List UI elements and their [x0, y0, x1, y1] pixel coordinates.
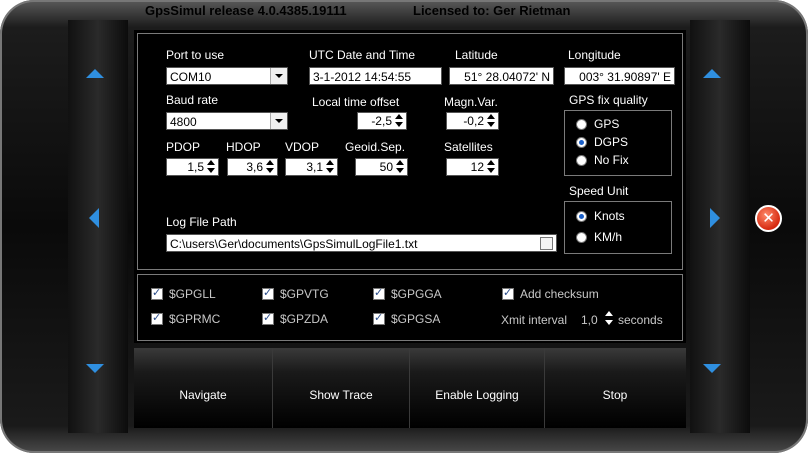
- gpgsa-checkbox[interactable]: [373, 311, 385, 325]
- vdop-value: 3,1: [306, 160, 323, 174]
- satellites-value: 12: [470, 160, 484, 174]
- settings-panel: Port to use COM10 Baud rate 4800 UTC Dat…: [137, 33, 683, 270]
- fix-dgps-label: DGPS: [594, 135, 629, 149]
- chevron-down-icon[interactable]: [270, 68, 287, 84]
- magn-var-value: -0,2: [463, 114, 484, 128]
- chevron-down-icon[interactable]: [270, 113, 287, 129]
- pdop-stepper[interactable]: 1,5: [166, 158, 219, 176]
- xmit-value[interactable]: 1,0: [581, 313, 598, 327]
- fix-nofix-label: No Fix: [594, 153, 629, 167]
- enable-logging-button[interactable]: Enable Logging: [410, 348, 545, 428]
- speed-unit-label: Speed Unit: [567, 184, 631, 198]
- gpgsa-label: $GPGSA: [391, 312, 441, 326]
- baud-select[interactable]: 4800: [166, 112, 288, 130]
- spin-arrows-icon[interactable]: [394, 114, 405, 128]
- local-offset-label: Local time offset: [312, 95, 400, 109]
- pdop-value: 1,5: [187, 160, 204, 174]
- speed-knots-label: Knots: [594, 209, 625, 223]
- fix-gps-label: GPS: [594, 117, 620, 131]
- gprmc-label: $GPRMC: [169, 312, 221, 326]
- hdop-label: HDOP: [226, 140, 261, 154]
- device-frame: GpsSimul release 4.0.4385.19111 Licensed…: [0, 0, 808, 453]
- magn-var-stepper[interactable]: -0,2: [446, 112, 499, 130]
- baud-value: 4800: [170, 115, 197, 129]
- checksum-label: Add checksum: [520, 287, 599, 301]
- gpgga-checkbox[interactable]: [373, 286, 385, 300]
- gpgll-label: $GPGLL: [169, 287, 216, 301]
- port-label: Port to use: [166, 48, 225, 62]
- navigate-button[interactable]: Navigate: [134, 348, 273, 428]
- gpgll-checkbox[interactable]: [151, 286, 163, 300]
- fix-nofix-radio[interactable]: [576, 155, 587, 166]
- gpvtg-label: $GPVTG: [280, 287, 329, 301]
- satellites-stepper[interactable]: 12: [446, 158, 499, 176]
- vdop-label: VDOP: [285, 140, 320, 154]
- vdop-stepper[interactable]: 3,1: [285, 158, 338, 176]
- spin-arrows-icon[interactable]: [486, 114, 497, 128]
- spin-arrows-icon[interactable]: [395, 160, 406, 174]
- button-bar: Navigate Show Trace Enable Logging Stop: [134, 348, 686, 428]
- spin-arrows-icon[interactable]: [265, 160, 276, 174]
- log-path-field[interactable]: C:\users\Ger\documents\GpsSimulLogFile1.…: [166, 234, 557, 252]
- xmit-spin-icon[interactable]: [605, 311, 614, 327]
- hdop-stepper[interactable]: 3,6: [227, 158, 278, 176]
- stop-button[interactable]: Stop: [545, 348, 685, 428]
- fix-dgps-radio[interactable]: [576, 137, 587, 148]
- gpgga-label: $GPGGA: [391, 287, 442, 301]
- show-trace-button[interactable]: Show Trace: [273, 348, 410, 428]
- pdop-label: PDOP: [166, 140, 201, 154]
- close-icon[interactable]: ✕: [755, 205, 782, 232]
- xmit-unit: seconds: [618, 313, 663, 327]
- utc-label: UTC Date and Time: [309, 48, 416, 62]
- fix-gps-radio[interactable]: [576, 119, 587, 130]
- latitude-field[interactable]: 51° 28.04072' N: [449, 67, 554, 85]
- magn-var-label: Magn.Var.: [444, 95, 498, 109]
- port-select[interactable]: COM10: [166, 67, 288, 85]
- right-up-arrow-icon[interactable]: [703, 69, 721, 78]
- geoid-label: Geoid.Sep.: [345, 140, 406, 154]
- longitude-label: Longitude: [568, 48, 621, 62]
- spin-arrows-icon[interactable]: [486, 160, 497, 174]
- app-title: GpsSimul release 4.0.4385.19111: [145, 3, 347, 18]
- local-offset-value: -2,5: [371, 114, 392, 128]
- satellites-label: Satellites: [444, 140, 493, 154]
- port-value: COM10: [170, 70, 212, 84]
- speed-knots-radio[interactable]: [576, 211, 587, 222]
- left-arrow-icon[interactable]: [89, 208, 99, 228]
- speed-kmh-radio[interactable]: [576, 232, 587, 243]
- hdop-value: 3,6: [246, 160, 263, 174]
- gpvtg-checkbox[interactable]: [262, 286, 274, 300]
- local-offset-stepper[interactable]: -2,5: [357, 112, 407, 130]
- log-path-value: C:\users\Ger\documents\GpsSimulLogFile1.…: [170, 237, 418, 251]
- right-down-arrow-icon[interactable]: [703, 364, 721, 373]
- speed-kmh-label: KM/h: [594, 230, 623, 244]
- left-up-arrow-icon[interactable]: [86, 69, 104, 78]
- checksum-checkbox[interactable]: [502, 286, 514, 300]
- gprmc-checkbox[interactable]: [151, 311, 163, 325]
- browse-checkbox[interactable]: [540, 237, 553, 250]
- geoid-value: 50: [379, 160, 393, 174]
- left-down-arrow-icon[interactable]: [86, 364, 104, 373]
- utc-field[interactable]: 3-1-2012 14:54:55: [309, 67, 442, 85]
- log-path-label: Log File Path: [166, 215, 237, 229]
- license-text: Licensed to: Ger Rietman: [413, 3, 571, 18]
- latitude-label: Latitude: [455, 48, 498, 62]
- spin-arrows-icon[interactable]: [325, 160, 336, 174]
- longitude-field[interactable]: 003° 31.90897' E: [564, 67, 675, 85]
- geoid-stepper[interactable]: 50: [355, 158, 408, 176]
- right-arrow-icon[interactable]: [710, 208, 720, 228]
- title-bar: GpsSimul release 4.0.4385.19111 Licensed…: [0, 2, 808, 20]
- fix-quality-label: GPS fix quality: [567, 93, 650, 107]
- main-screen: Port to use COM10 Baud rate 4800 UTC Dat…: [134, 30, 686, 343]
- baud-label: Baud rate: [166, 93, 219, 107]
- gpzda-label: $GPZDA: [280, 312, 329, 326]
- xmit-label: Xmit interval: [501, 313, 568, 327]
- sentences-panel: $GPGLL $GPVTG $GPGGA Add checksum $GPRMC…: [137, 274, 683, 341]
- spin-arrows-icon[interactable]: [206, 160, 217, 174]
- gpzda-checkbox[interactable]: [262, 311, 274, 325]
